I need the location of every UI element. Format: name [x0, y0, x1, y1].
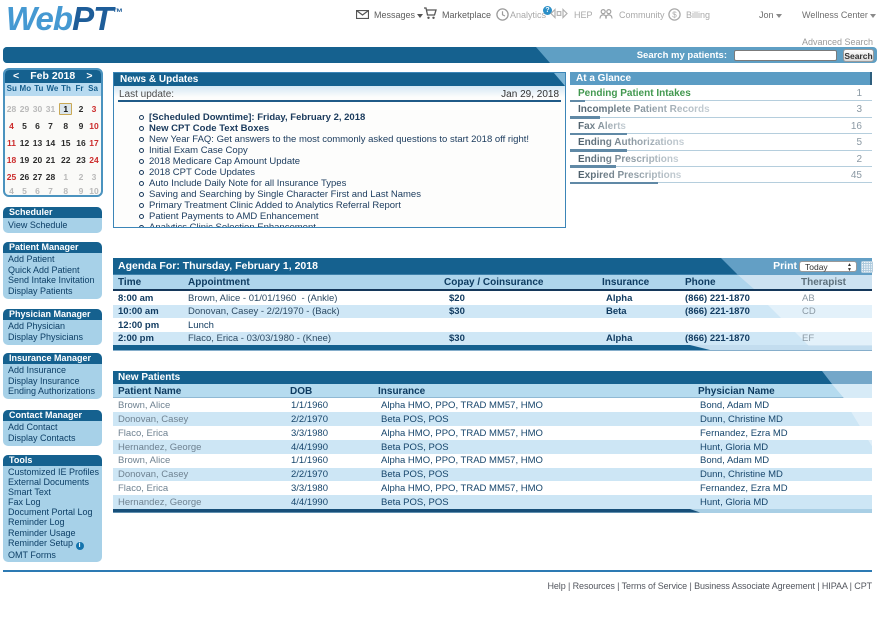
svg-text:$: $	[672, 10, 677, 19]
